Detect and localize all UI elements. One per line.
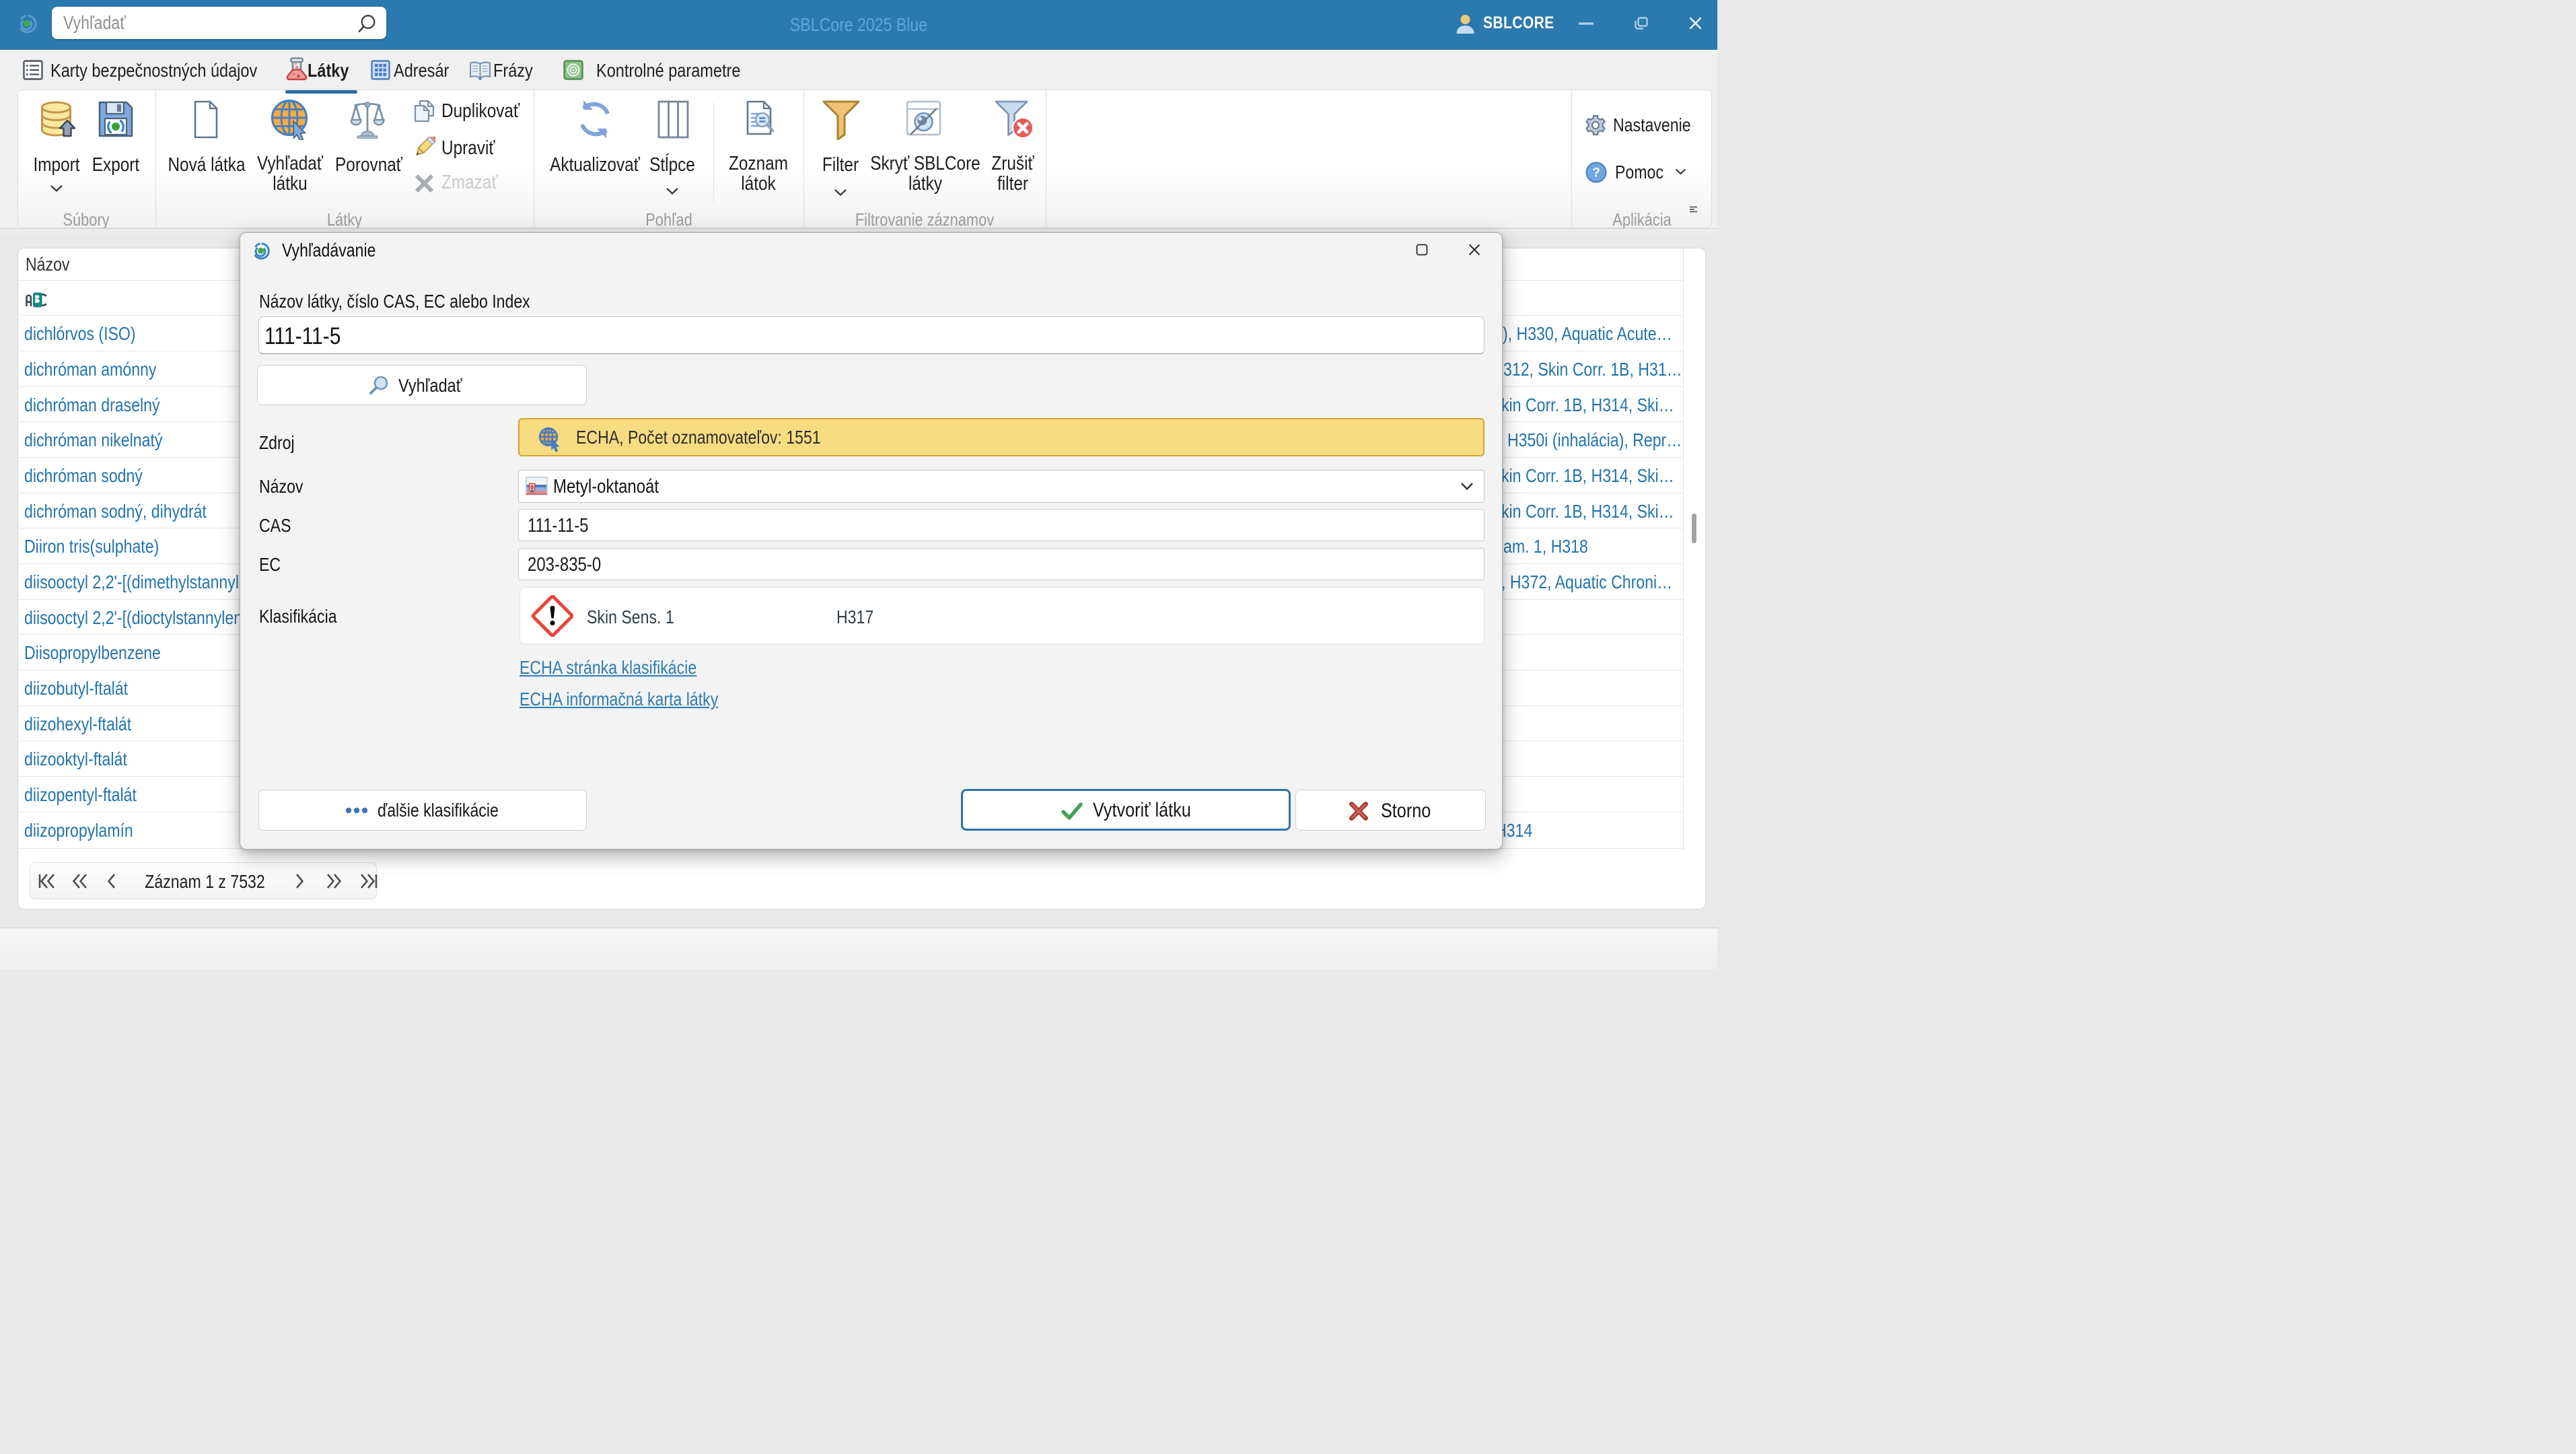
svg-text:?: ? [1592, 166, 1600, 180]
